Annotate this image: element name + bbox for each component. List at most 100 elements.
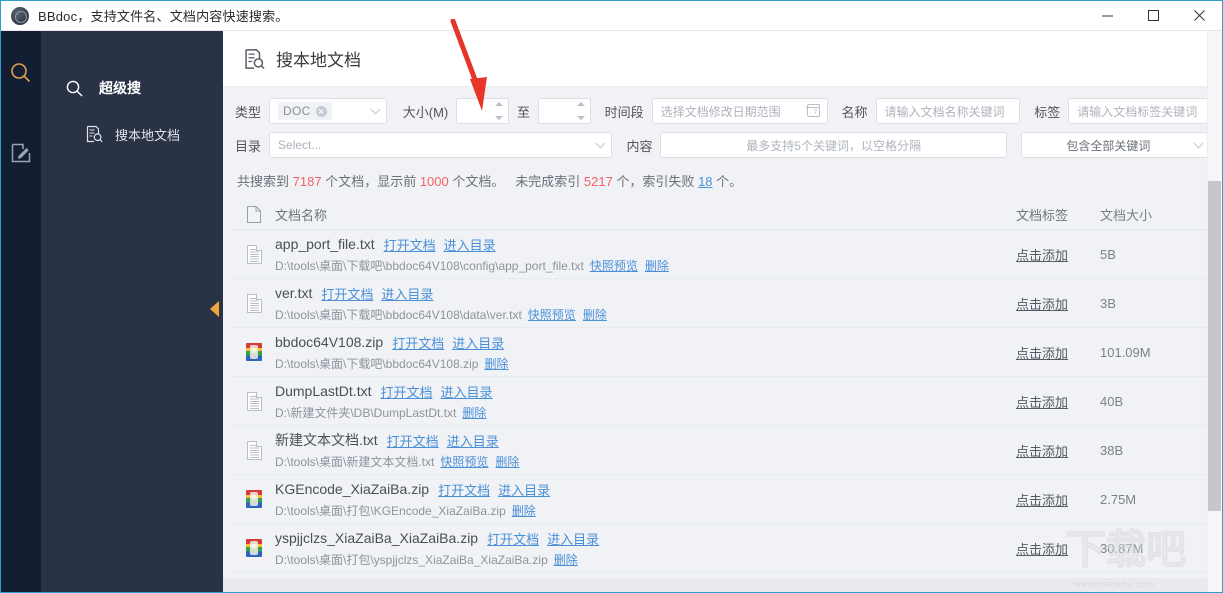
close-icon[interactable] [1176,1,1222,30]
bbdoc-logo-icon [11,6,29,25]
directory-placeholder: Select... [278,138,322,152]
delete-link[interactable]: 删除 [583,306,607,323]
file-name: 新建文本文档.txt [275,432,378,448]
calendar-icon[interactable]: 7 [806,104,820,117]
table-row[interactable]: 新建文本文档.txt 打开文档 进入目录 D:\tools\桌面\新建文本文档.txt… [233,426,1212,475]
stepper-down-icon[interactable] [577,116,586,120]
open-folder-link[interactable]: 进入目录 [498,480,550,499]
size-to-stepper[interactable] [577,102,586,120]
file-name: KGEncode_XiaZaiBa.zip [275,481,430,497]
snapshot-preview-link[interactable]: 快照预览 [590,257,638,274]
table-row[interactable]: yspjjclzs_XiaZaiBa_XiaZaiBa.zip 打开文档 进入目录 D… [233,524,1212,573]
date-range-input[interactable]: 选择文档修改日期范围 7 [651,98,828,124]
open-folder-link[interactable]: 进入目录 [547,529,599,548]
title-bar: BBdoc，支持文件名、文档内容快速搜索。 [1,1,1222,31]
page-title: 搜本地文档 [276,51,361,70]
summary-failed-link[interactable]: 18 [698,174,712,189]
tag-input[interactable]: 请输入文档标签关键词 [1068,98,1210,124]
delete-link[interactable]: 删除 [645,257,669,274]
summary-mid4: 个，索引失败 [616,174,695,189]
open-document-link[interactable]: 打开文档 [487,529,539,548]
txt-file-icon [233,244,275,264]
rail-search-icon[interactable] [1,49,41,97]
size-to-label: 至 [516,104,530,120]
snapshot-preview-link[interactable]: 快照预览 [528,306,576,323]
open-folder-link[interactable]: 进入目录 [452,333,504,352]
tag-cell: 点击添加 [992,343,1092,362]
open-folder-link[interactable]: 进入目录 [447,431,499,450]
open-document-link[interactable]: 打开文档 [387,431,439,450]
file-path-line: D:\tools\桌面\打包\KGEncode_XiaZaiBa.zip 删除 [275,502,992,519]
sidebar-group-super-search[interactable]: 超级搜 [41,71,223,105]
size-to-input[interactable] [537,98,591,124]
summary-shown: 1000 [419,174,449,189]
name-input-placeholder: 请输入文档名称关键词 [884,104,1005,119]
file-name: DumpLastDt.txt [275,383,372,399]
delete-link[interactable]: 删除 [462,404,486,421]
file-name-line: ver.txt 打开文档 进入目录 [275,284,992,303]
minimize-icon[interactable] [1084,1,1130,30]
txt-file-icon [233,293,275,313]
filter-row-2: 目录 Select... 内容 最多支持5个关键词，以空格分隔 包含全部关键词 [235,131,1210,159]
content-input-placeholder: 最多支持5个关键词，以空格分隔 [746,138,921,153]
add-tag-link[interactable]: 点击添加 [1016,297,1068,312]
sidebar-item-local-docs[interactable]: 搜本地文档 [41,119,223,149]
zip-file-icon [233,343,275,361]
open-document-link[interactable]: 打开文档 [438,480,490,499]
vertical-scrollbar-track[interactable] [1207,31,1222,592]
open-folder-link[interactable]: 进入目录 [444,235,496,254]
add-tag-link[interactable]: 点击添加 [1016,248,1068,263]
file-icon-column-header [233,206,275,223]
chevron-down-icon [1193,138,1204,149]
stepper-up-icon[interactable] [577,102,586,106]
size-from-stepper[interactable] [495,102,504,120]
rail-edit-note-icon[interactable] [1,129,41,177]
match-mode-select[interactable]: 包含全部关键词 [1020,132,1210,158]
stepper-down-icon[interactable] [495,116,504,120]
vertical-scrollbar-thumb[interactable] [1208,181,1221,511]
table-row[interactable]: app_port_file.txt 打开文档 进入目录 D:\tools\桌面\下载吧… [233,230,1212,279]
delete-link[interactable]: 删除 [484,355,508,372]
table-row[interactable]: KGEncode_XiaZaiBa.zip 打开文档 进入目录 D:\tools\桌面… [233,475,1212,524]
file-path: D:\tools\桌面\新建文本文档.txt [275,455,435,469]
summary-mid1: 个文档，显示前 [325,174,417,189]
tag-cell: 点击添加 [992,245,1092,264]
add-tag-link[interactable]: 点击添加 [1016,395,1068,410]
txt-file-icon [233,391,275,411]
size-cell: 38B [1100,442,1124,458]
file-name: ver.txt [275,285,313,301]
delete-link[interactable]: 删除 [495,453,519,470]
table-row[interactable]: bbdoc64V108.zip 打开文档 进入目录 D:\tools\桌面\下载吧\b… [233,328,1212,377]
stepper-up-icon[interactable] [495,102,504,106]
size-from-input[interactable] [456,98,509,124]
type-select[interactable]: DOC [269,98,387,124]
open-document-link[interactable]: 打开文档 [384,235,436,254]
open-document-link[interactable]: 打开文档 [380,382,432,401]
open-folder-link[interactable]: 进入目录 [441,382,493,401]
open-document-link[interactable]: 打开文档 [392,333,444,352]
maximize-icon[interactable] [1130,1,1176,30]
table-row[interactable]: ver.txt 打开文档 进入目录 D:\tools\桌面\下载吧\bbdoc64V1… [233,279,1212,328]
tag-cell: 点击添加 [992,294,1092,313]
name-input[interactable]: 请输入文档名称关键词 [875,98,1021,124]
file-path: D:\tools\桌面\下载吧\bbdoc64V108\data\ver.txt [275,307,522,322]
open-document-link[interactable]: 打开文档 [321,284,373,303]
file-name-line: app_port_file.txt 打开文档 进入目录 [275,235,992,254]
directory-select[interactable]: Select... [269,132,613,158]
table-row[interactable]: DumpLastDt.txt 打开文档 进入目录 D:\新建文件夹\DB\DumpLa… [233,377,1212,426]
collapse-left-icon[interactable] [210,301,219,317]
delete-link[interactable]: 删除 [554,551,578,568]
chevron-down-icon [595,138,606,149]
add-tag-link[interactable]: 点击添加 [1016,444,1068,459]
page-header: 搜本地文档 [223,31,1222,87]
add-tag-link[interactable]: 点击添加 [1016,346,1068,361]
snapshot-preview-link[interactable]: 快照预览 [440,453,488,470]
column-header-name: 文档名称 [275,208,328,223]
add-tag-link[interactable]: 点击添加 [1016,493,1068,508]
content-input[interactable]: 最多支持5个关键词，以空格分隔 [660,132,1007,158]
remove-tag-icon[interactable] [315,105,327,117]
delete-link[interactable]: 删除 [512,502,536,519]
content-label: 内容 [626,138,653,154]
add-tag-link[interactable]: 点击添加 [1016,542,1068,557]
open-folder-link[interactable]: 进入目录 [381,284,433,303]
